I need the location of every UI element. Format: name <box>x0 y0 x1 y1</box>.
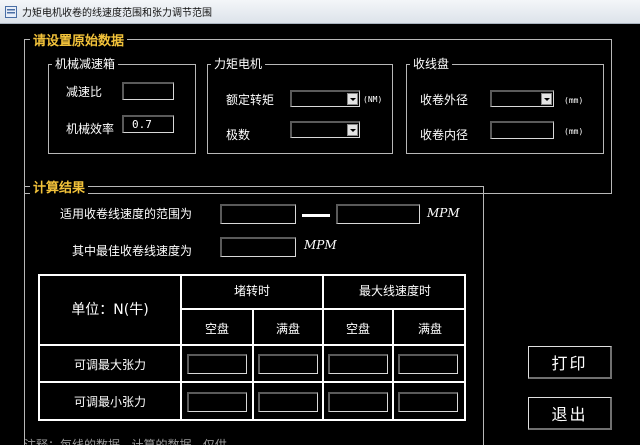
speed-min-output <box>220 204 296 224</box>
min-tension-stall-empty <box>187 392 247 412</box>
col-stall-empty: 空盘 <box>204 322 229 336</box>
best-speed-unit: MPM <box>304 238 337 252</box>
chevron-down-icon[interactable] <box>347 124 358 136</box>
poles-label: 极数 <box>226 128 251 142</box>
speed-range-label: 适用收卷线速度的范围为 <box>60 207 193 221</box>
row-max-tension-label: 可调最大张力 <box>73 358 146 372</box>
gearbox-group <box>48 64 196 154</box>
max-tension-speed-full <box>398 354 458 374</box>
col-speed-full: 满盘 <box>417 322 442 336</box>
reduction-ratio-label: 减速比 <box>66 85 103 99</box>
reel-title: 收线盘 <box>410 55 453 72</box>
min-tension-speed-full <box>398 392 458 412</box>
max-tension-speed-empty <box>328 354 388 374</box>
max-tension-stall-full <box>258 354 318 374</box>
min-tension-speed-empty <box>328 392 388 412</box>
rated-torque-select[interactable] <box>290 90 360 107</box>
speed-range-unit: MPM <box>427 206 460 220</box>
app-icon <box>5 5 17 18</box>
max-speed-group-header: 最大线速度时 <box>358 284 431 298</box>
results-title: 计算结果 <box>30 177 89 196</box>
chevron-down-icon[interactable] <box>541 93 552 105</box>
speed-max-output <box>336 204 420 224</box>
max-tension-stall-empty <box>187 354 247 374</box>
best-speed-output <box>220 237 296 257</box>
torque-motor-title: 力矩电机 <box>211 55 266 72</box>
outer-diameter-select[interactable] <box>490 90 554 107</box>
unit-header: 单位：N(牛) <box>71 302 149 318</box>
inner-diameter-label: 收卷内径 <box>420 128 469 142</box>
rated-torque-unit: (NM) <box>363 95 383 104</box>
chevron-down-icon[interactable] <box>347 93 358 105</box>
rated-torque-label: 额定转矩 <box>226 93 275 107</box>
min-tension-stall-full <box>258 392 318 412</box>
gearbox-title: 机械减速箱 <box>52 55 119 72</box>
poles-select[interactable] <box>290 121 360 138</box>
efficiency-label: 机械效率 <box>66 122 115 136</box>
exit-button[interactable]: 退出 <box>528 397 612 430</box>
outer-diameter-label: 收卷外径 <box>420 93 469 107</box>
print-button[interactable]: 打印 <box>528 346 612 379</box>
main-panel: 请设置原始数据 机械减速箱 减速比 机械效率 0.7 力矩电机 额定转矩 (NM… <box>0 24 640 445</box>
row-min-tension-label: 可调最小张力 <box>73 395 146 409</box>
best-speed-label: 其中最佳收卷线速度为 <box>72 244 193 258</box>
outer-diameter-unit: (mm) <box>564 96 584 105</box>
inner-diameter-input[interactable] <box>490 121 554 139</box>
efficiency-input[interactable]: 0.7 <box>122 115 174 133</box>
inner-diameter-unit: (mm) <box>564 127 584 136</box>
col-stall-full: 满盘 <box>275 322 300 336</box>
original-data-title: 请设置原始数据 <box>30 30 128 49</box>
range-dash <box>302 214 330 217</box>
col-speed-empty: 空盘 <box>345 322 370 336</box>
window-title: 力矩电机收卷的线速度范围和张力调节范围 <box>22 8 212 19</box>
footer-note: 注释：每线的数据...计算的数据...仅供... <box>24 438 239 445</box>
reduction-ratio-input[interactable] <box>122 82 174 100</box>
stall-group-header: 堵转时 <box>233 284 270 298</box>
title-bar: 力矩电机收卷的线速度范围和张力调节范围 <box>0 0 640 24</box>
